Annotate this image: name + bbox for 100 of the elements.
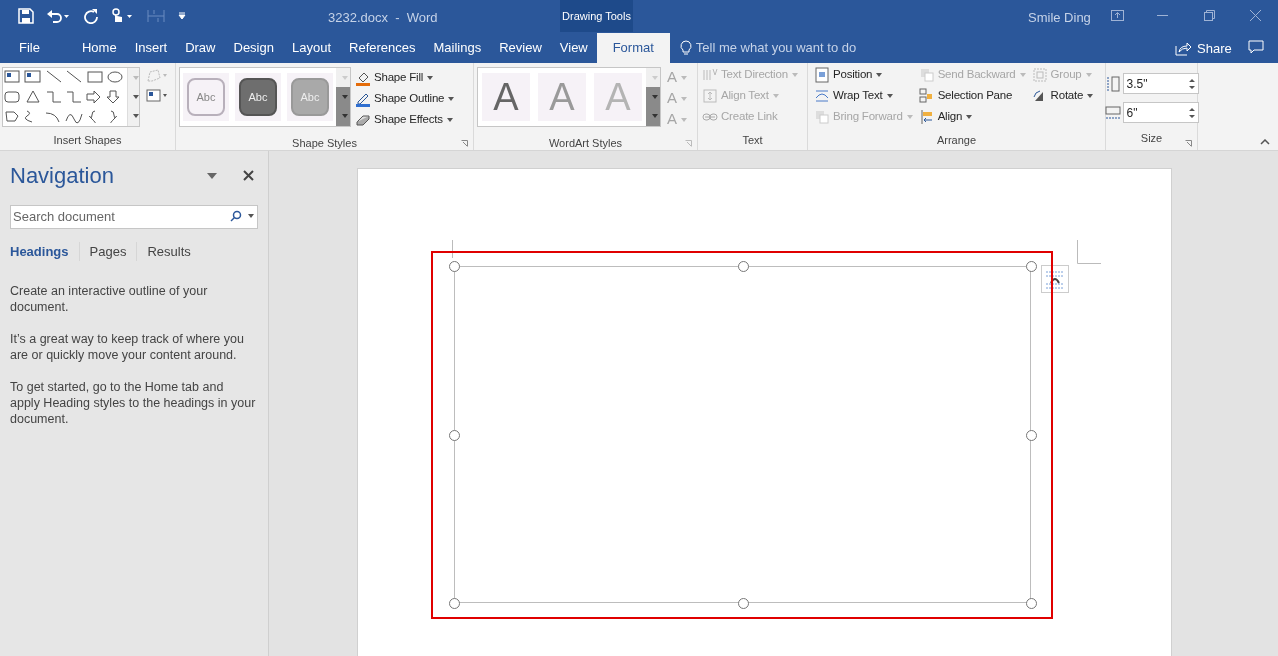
redo-icon[interactable] [82,8,98,24]
pane-paragraph: It’s a great way to keep track of where you are or quickly move your content around. [10,331,245,363]
group-label: Text [742,134,763,146]
collapse-ribbon-icon[interactable] [1260,139,1270,145]
resize-handle[interactable] [1026,261,1037,272]
caret-icon [1085,72,1092,77]
resize-handle[interactable] [1026,429,1037,441]
close-icon[interactable] [1250,10,1261,21]
caret-icon [681,117,687,122]
ribbon-tab[interactable]: Mailings [424,33,491,63]
caret-icon [876,72,883,77]
resize-handle[interactable] [1026,598,1037,609]
ribbon-tab[interactable]: Review [490,33,551,63]
table-icon [146,8,166,24]
caret-icon [1019,72,1026,77]
position-icon [814,66,830,83]
ribbon-command[interactable]: Align [916,106,1028,127]
lightbulb-icon [679,40,692,56]
ribbon-command[interactable]: Shape Effects [353,109,457,130]
ribbon-command[interactable]: Wrap Text [812,85,915,106]
size-field[interactable]: 6" [1122,102,1199,123]
shape-style-sample[interactable]: Abc [239,78,277,116]
layout-options-icon[interactable] [1041,265,1069,293]
margin-mark-icon [1077,240,1101,264]
ribbon-tab[interactable]: Home [72,33,126,63]
pane-paragraph: Create an interactive outline of your document. [10,283,209,315]
align-icon [918,108,935,125]
send-backward-icon [918,66,935,83]
tell-me-field[interactable]: Tell me what you want to do [695,38,896,58]
caret-icon [906,114,913,119]
ribbon-command[interactable]: Shape Fill [353,67,457,88]
dialog-launcher-icon[interactable] [1185,140,1192,147]
caret-icon [652,75,658,80]
ribbon-tab[interactable]: Design [224,33,283,63]
spinner-icon[interactable] [1188,77,1195,90]
caret-icon [652,114,658,119]
resize-handle[interactable] [449,598,460,609]
caret-icon [681,75,687,80]
ribbon-tab[interactable]: Draw [176,33,225,63]
dialog-launcher-icon[interactable] [461,140,468,147]
pane-options-icon[interactable] [207,172,217,179]
customize-icon[interactable] [178,12,186,20]
caret-icon [342,114,348,119]
caret-icon [886,93,893,98]
ribbon-command[interactable]: Shape Outline [353,88,457,109]
shape-width-icon [1104,104,1121,121]
resize-handle[interactable] [449,429,460,441]
undo-icon[interactable] [46,8,70,24]
wrap-text-icon [814,87,830,104]
text-direction-icon [702,66,718,83]
caret-icon [772,93,779,98]
ribbon-command[interactable]: Rotate [1029,85,1096,106]
ribbon-command[interactable]: Position [812,64,915,85]
pane-paragraph: To get started, go to the Home tab and apply Heading styles to the headings in your document. [10,379,256,427]
group-label: Insert Shapes [53,134,122,146]
caret-icon [342,95,348,99]
shape-height-icon [1104,75,1121,92]
pane-tab[interactable]: Results [147,241,201,261]
pane-tab[interactable]: Pages [89,241,138,261]
restore-icon[interactable] [1204,10,1215,21]
caret-icon [652,95,658,99]
ribbon-tab[interactable]: References [340,33,425,63]
resize-handle[interactable] [737,598,749,609]
caret-icon [966,114,973,119]
caret-icon [681,96,687,101]
caret-icon [446,117,453,122]
ribbon-tab[interactable]: Format [596,33,670,63]
touch-mode-icon[interactable] [110,8,134,24]
caret-icon [132,95,139,99]
selection-pane-icon [918,87,935,104]
align-text-icon [702,87,718,104]
resize-handle[interactable] [449,261,460,272]
size-field[interactable]: 3.5" [1122,73,1199,94]
search-field[interactable]: Search document [10,204,258,229]
caret-icon [791,72,798,77]
caret-icon[interactable] [248,214,254,218]
ribbon-tab[interactable]: View [550,33,597,63]
close-icon[interactable] [243,170,254,181]
ribbon-display-icon[interactable] [1111,10,1124,21]
save-icon[interactable] [18,8,34,24]
caret-icon [132,114,139,119]
share-button[interactable]: Share [1175,39,1232,59]
ribbon-tab[interactable]: Layout [282,33,340,63]
share-icon [1175,41,1191,56]
bring-forward-icon [814,108,830,125]
ribbon-command[interactable]: Selection Pane [916,85,1028,106]
window-title: 3232.docx - Word [328,9,438,27]
spinner-icon[interactable] [1188,106,1195,119]
group-label: Size [1140,132,1163,144]
context-tab-label: Drawing Tools [560,0,633,32]
text-box-icon[interactable] [146,89,168,103]
search-icon[interactable] [230,210,242,222]
pane-tab[interactable]: Headings [10,241,80,261]
ribbon-tab[interactable]: Insert [125,33,177,63]
comment-icon[interactable] [1248,40,1264,54]
wordart-style-sample[interactable]: A [482,73,530,121]
group-label: Arrange [936,134,977,146]
resize-handle[interactable] [737,261,749,272]
ribbon-tab[interactable]: File [10,33,49,63]
caret-icon [448,96,455,101]
